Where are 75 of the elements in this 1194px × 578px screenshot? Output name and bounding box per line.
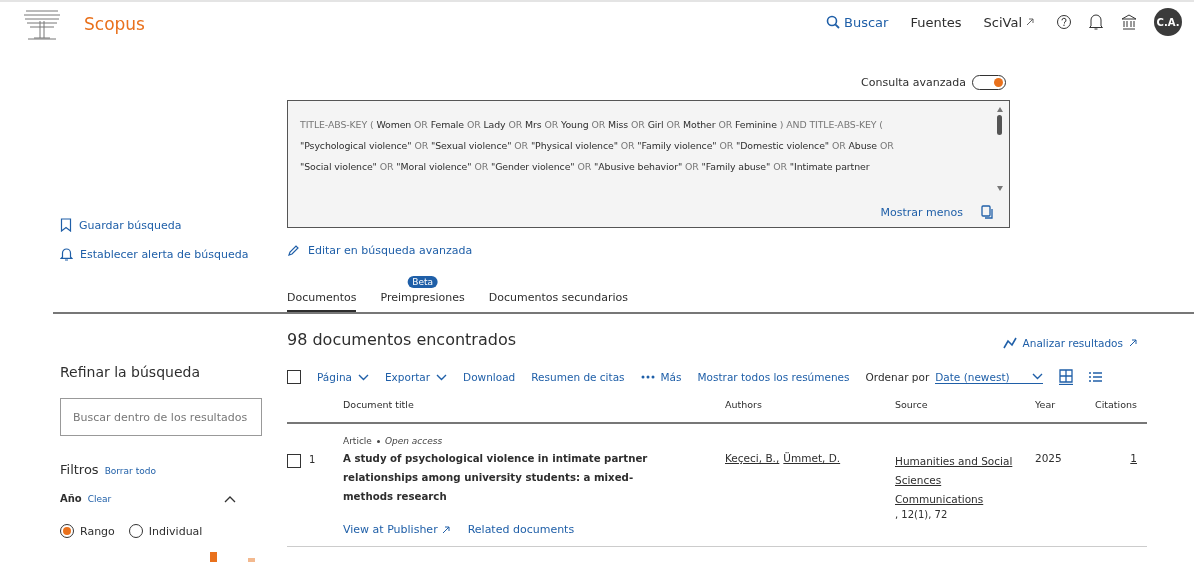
nav-link[interactable]: SciVal xyxy=(983,14,1034,30)
citations-link[interactable]: 1 xyxy=(1091,436,1137,536)
column-header: Citations xyxy=(1094,399,1137,410)
pencil-icon xyxy=(287,244,300,257)
scrollbar-drawing[interactable] xyxy=(996,107,1003,191)
column-header: Document title xyxy=(343,399,415,410)
institution-icon[interactable] xyxy=(1120,13,1138,31)
nav-link[interactable]: Fuentes xyxy=(910,14,962,30)
year-mode-radio[interactable]: Rango xyxy=(60,524,115,538)
document-link[interactable]: Related documents xyxy=(467,523,575,536)
notifications-icon[interactable] xyxy=(1088,13,1104,31)
source-details: , 12(1), 72 xyxy=(895,509,949,520)
trend-line-icon xyxy=(1002,336,1017,349)
author-link[interactable]: Ümmet, D. xyxy=(783,452,841,464)
copy-icon[interactable] xyxy=(981,205,993,219)
results-count: 98 documentos encontrados xyxy=(287,330,517,349)
toolbar-link[interactable]: Download xyxy=(463,371,516,383)
grid-view-icon[interactable] xyxy=(1058,369,1073,385)
chevron-down-icon xyxy=(357,373,369,381)
column-header: Year xyxy=(1035,399,1057,410)
chevron-down-icon xyxy=(436,373,448,381)
external-link-icon xyxy=(441,525,450,534)
toolbar-link[interactable]: Resumen de citas xyxy=(531,371,625,383)
bell-icon xyxy=(60,247,73,261)
user-avatar[interactable]: C.A. xyxy=(1154,8,1182,36)
select-all-checkbox[interactable] xyxy=(287,370,301,384)
external-link-icon xyxy=(1129,338,1137,347)
chevron-icon[interactable] xyxy=(224,494,236,503)
clear-year-link[interactable]: Clear xyxy=(87,493,112,504)
toggle-label: Consulta avanzada xyxy=(861,75,966,89)
sort-label: Ordenar por xyxy=(865,371,930,383)
clear-all-link[interactable]: Borrar todo xyxy=(104,466,156,476)
side-link[interactable]: Guardar búsqueda xyxy=(60,218,287,232)
side-link[interactable]: Establecer alerta de búsqueda xyxy=(60,247,287,261)
document-title-link[interactable]: A study of psychological violence in intimate partner relationships among university students: a mixed-methods research xyxy=(343,449,673,506)
beta-badge: Beta xyxy=(407,276,438,288)
document-type: Article xyxy=(343,436,372,446)
document-link[interactable]: View at Publisher xyxy=(343,523,450,536)
row-number: 1 xyxy=(309,454,316,465)
search-icon xyxy=(826,15,840,29)
year-mode-radio[interactable]: Individual xyxy=(128,524,203,538)
author-link[interactable]: Keçeci, B., xyxy=(725,452,780,464)
sort-dropdown[interactable]: Date (newest) xyxy=(935,370,1043,384)
toolbar-link[interactable]: Mostrar todos los resúmenes xyxy=(697,371,850,383)
toolbar-link[interactable]: Página xyxy=(317,371,369,383)
analyze-results-link[interactable]: Analizar resultados xyxy=(1002,336,1137,349)
results-tab[interactable]: Documentos xyxy=(287,291,357,312)
help-icon[interactable] xyxy=(1056,14,1072,30)
separator-dot xyxy=(376,439,380,443)
query-line: TITLE-ABS-KEY ( Women OR Female OR Lady OR Mrs OR Young OR Miss OR Girl OR Mother OR Feminine ) AND TITLE-ABS-KEY ( xyxy=(300,119,884,130)
year-label: Año xyxy=(60,493,82,504)
nav-link[interactable]: Buscar xyxy=(826,14,889,30)
column-header: Authors xyxy=(725,399,763,410)
chevron-down-icon xyxy=(1031,373,1043,380)
source-link[interactable]: Humanities and Social Sciences Communications xyxy=(895,452,1020,509)
column-header: Source xyxy=(895,399,929,410)
list-view-icon[interactable] xyxy=(1088,371,1102,383)
external-link-icon xyxy=(1026,17,1034,26)
results-tab[interactable]: Documentos secundarios xyxy=(488,291,628,312)
toolbar-link[interactable]: Exportar xyxy=(384,371,448,383)
filters-title: Filtros xyxy=(60,462,99,477)
edit-advanced-link[interactable]: Editar en búsqueda avanzada xyxy=(287,244,1010,257)
year-cell-text: 2025 xyxy=(1035,451,1063,466)
search-within-field[interactable]: Buscar dentro de los resultados xyxy=(60,398,262,436)
access-label: Open access xyxy=(384,436,443,446)
toolbar-link[interactable]: Más xyxy=(640,371,682,383)
more-dots-icon xyxy=(640,375,655,379)
query-box[interactable] xyxy=(287,100,1010,228)
query-line: "Psychological violence" OR "Sexual violence" OR "Physical violence" OR "Family violence" OR "Domestic violence" OR Abuse OR xyxy=(300,140,895,151)
query-line: "Social violence" OR "Moral violence" OR "Gender violence" OR "Abusive behavior" OR "Family abuse" OR "Intimate partner xyxy=(300,161,871,172)
refine-title: Refinar la búsqueda xyxy=(60,364,201,380)
show-less-link[interactable]: Mostrar menos xyxy=(880,205,963,219)
row-checkbox[interactable] xyxy=(287,454,301,468)
bookmark-icon xyxy=(60,218,72,232)
histogram-drawing xyxy=(210,552,258,562)
